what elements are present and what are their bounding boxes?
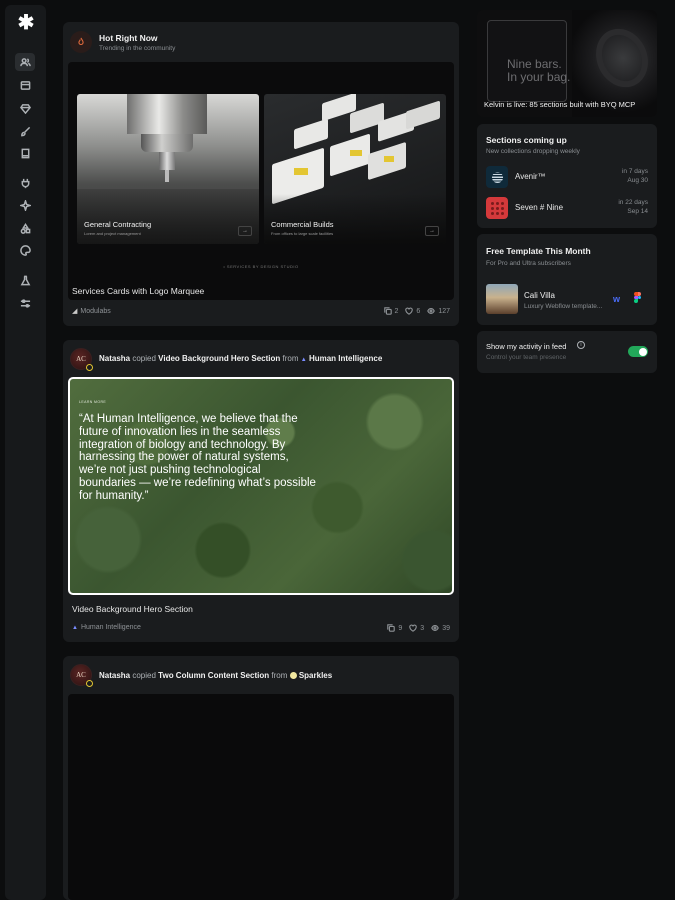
avenir-logo-icon xyxy=(486,166,508,188)
hero-tag: LEARN MORE xyxy=(79,400,107,404)
stats-row: 9 3 39 xyxy=(387,624,450,632)
plug-icon[interactable] xyxy=(15,174,35,192)
promo-headline: Nine bars. In your bag. xyxy=(507,58,570,84)
promo-line-2: In your bag. xyxy=(507,70,571,84)
hot-right-now-card: Hot Right Now Trending in the community … xyxy=(63,22,459,326)
promo-caption: Kelvin is live: 85 sections built with B… xyxy=(484,100,636,109)
from-text: from xyxy=(282,354,299,363)
template-title: Free Template This Month xyxy=(486,246,591,256)
status-dot xyxy=(86,680,93,687)
palette-icon[interactable] xyxy=(15,241,35,259)
gem-icon[interactable] xyxy=(15,99,35,117)
copies-count: 2 xyxy=(394,307,399,315)
author-name: Modulabs xyxy=(80,307,111,315)
sparkle-icon[interactable] xyxy=(15,196,35,214)
template-thumbnail[interactable] xyxy=(486,284,518,314)
section-when: in 22 days xyxy=(618,199,648,206)
video-hero-preview[interactable]: LEARN MORE “At Human Intelligence, we be… xyxy=(68,377,454,595)
template-subtitle: For Pro and Ultra subscribers xyxy=(486,260,571,267)
hi-logo-icon: ▲ xyxy=(300,357,307,363)
template-desc: Luxury Webflow template... xyxy=(524,303,603,310)
book-icon[interactable] xyxy=(15,144,35,162)
promo-card[interactable]: Nine bars. In your bag. Kelvin is live: … xyxy=(477,10,657,117)
section-name[interactable]: Avenir™ xyxy=(515,172,546,181)
status-dot xyxy=(86,364,93,371)
heart-icon[interactable] xyxy=(409,624,418,632)
stats-row: 2 6 127 xyxy=(383,307,450,315)
figma-icon[interactable] xyxy=(634,292,641,303)
brush-icon[interactable] xyxy=(15,122,35,140)
views-count: 127 xyxy=(438,307,450,315)
views-count: 39 xyxy=(442,624,450,632)
eye-icon xyxy=(427,308,436,314)
commercial-card-sub: From offices to large scale facilities xyxy=(271,231,334,236)
activity-line: Natasha copied Two Column Content Sectio… xyxy=(99,671,332,680)
sparkles-logo-icon xyxy=(289,672,297,679)
sections-coming-up-card: Sections coming up New collections dropp… xyxy=(477,124,657,228)
copy-icon xyxy=(383,307,392,315)
hero-quote: “At Human Intelligence, we believe that … xyxy=(79,413,316,502)
fire-icon xyxy=(70,31,92,53)
service-card-commercial[interactable]: Commercial Builds From offices to large … xyxy=(264,94,446,244)
preview-area[interactable]: General Contracting Lorem and project ma… xyxy=(68,62,454,300)
activity-line: Natasha copied Video Background Hero Sec… xyxy=(99,354,382,363)
sections-subtitle: New collections dropping weekly xyxy=(486,148,580,155)
arrow-icon[interactable]: → xyxy=(425,226,439,236)
section-date: Aug 30 xyxy=(627,177,648,184)
webflow-icon[interactable]: w xyxy=(613,294,620,304)
hi-logo-icon: ▲ xyxy=(72,624,78,631)
user-name[interactable]: Natasha xyxy=(99,354,130,363)
general-card-title: General Contracting xyxy=(84,220,152,229)
source-name[interactable]: Sparkles xyxy=(299,671,332,680)
copied-item[interactable]: Video Background Hero Section xyxy=(158,354,280,363)
sections-title: Sections coming up xyxy=(486,135,567,145)
item-title[interactable]: Services Cards with Logo Marquee xyxy=(72,286,204,296)
app-logo[interactable]: ✱ xyxy=(17,13,35,33)
activity-label: Show my activity in feed xyxy=(486,342,567,351)
users-icon[interactable] xyxy=(15,53,35,71)
activity-sub: Control your team presence xyxy=(486,354,567,361)
source-name[interactable]: Human Intelligence xyxy=(309,354,382,363)
info-icon[interactable]: i xyxy=(577,341,585,349)
eye-icon xyxy=(431,625,440,631)
activity-toggle-card: Show my activity in feed i Control your … xyxy=(477,331,657,373)
flask-icon[interactable] xyxy=(15,271,35,289)
archive-icon[interactable] xyxy=(15,76,35,94)
action-text: copied xyxy=(132,671,156,680)
section-name[interactable]: Seven # Nine xyxy=(515,203,563,212)
author-row[interactable]: ▲ Human Intelligence xyxy=(72,624,141,631)
marquee-text: • SERVICES BY DESIGN STUDIO xyxy=(223,264,299,269)
seven-nine-logo-icon xyxy=(486,197,508,219)
author-row[interactable]: ◢ Modulabs xyxy=(72,307,111,316)
from-text: from xyxy=(271,671,288,680)
action-text: copied xyxy=(132,354,156,363)
copy-icon xyxy=(387,624,396,632)
free-template-card: Free Template This Month For Pro and Ult… xyxy=(477,234,657,325)
hot-subtitle: Trending in the community xyxy=(99,45,176,52)
user-name[interactable]: Natasha xyxy=(99,671,130,680)
shapes-icon[interactable] xyxy=(15,219,35,237)
hot-title: Hot Right Now xyxy=(99,33,158,43)
section-date: Sep 14 xyxy=(627,208,648,215)
sidebar: ✱ xyxy=(5,5,46,900)
service-card-general[interactable]: General Contracting Lorem and project ma… xyxy=(77,94,259,244)
activity-post-2: AC Natasha copied Two Column Content Sec… xyxy=(63,656,459,900)
modulabs-logo-icon: ◢ xyxy=(72,308,78,315)
author-name: Human Intelligence xyxy=(80,624,141,631)
general-card-sub: Lorem and project management xyxy=(84,231,141,236)
commercial-card-title: Commercial Builds xyxy=(271,220,334,229)
heart-icon[interactable] xyxy=(405,307,414,315)
sliders-icon[interactable] xyxy=(15,294,35,312)
activity-toggle[interactable] xyxy=(628,346,648,357)
copied-item[interactable]: Two Column Content Section xyxy=(158,671,269,680)
copies-count: 9 xyxy=(398,624,403,632)
likes-count: 3 xyxy=(420,624,425,632)
section-when: in 7 days xyxy=(621,168,648,175)
arrow-icon[interactable]: → xyxy=(238,226,252,236)
item-title[interactable]: Video Background Hero Section xyxy=(72,604,193,614)
template-name[interactable]: Cali Villa xyxy=(524,291,555,300)
likes-count: 6 xyxy=(416,307,421,315)
section-preview[interactable] xyxy=(68,694,454,900)
activity-post-1: AC Natasha copied Video Background Hero … xyxy=(63,340,459,642)
